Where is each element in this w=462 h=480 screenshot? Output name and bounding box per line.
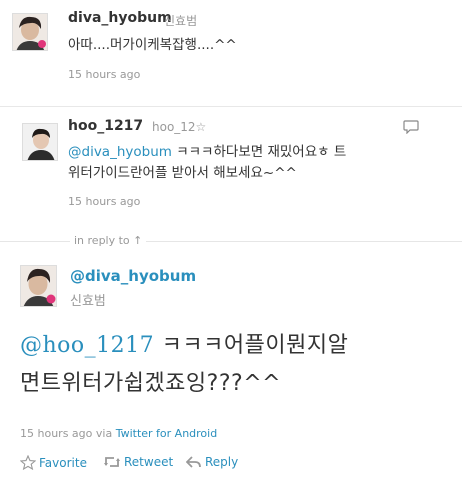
main-tweet-username[interactable]: @diva_hyobum	[70, 267, 196, 285]
reply-label: Reply	[205, 455, 239, 469]
main-tweet-timestamp[interactable]: 15 hours ago	[20, 427, 92, 440]
tweet2-timestamp[interactable]: 15 hours ago	[68, 195, 140, 208]
speech-bubble-icon[interactable]	[403, 119, 419, 138]
retweet-icon	[104, 457, 120, 467]
main-tweet-mention[interactable]: @hoo_1217	[20, 333, 154, 358]
reply-button[interactable]: Reply	[186, 455, 238, 469]
retweet-button[interactable]: Retweet	[103, 455, 173, 469]
person-portrait-icon	[23, 124, 57, 160]
tweet2-realname: hoo_12☆	[152, 120, 207, 134]
star-icon	[20, 455, 36, 470]
divider	[0, 106, 462, 107]
in-reply-to-link[interactable]: in reply to ↑	[70, 234, 147, 247]
tweet2-username[interactable]: hoo_1217	[68, 118, 143, 134]
tweet1-text: 아따....머가이케복잡행....^^	[68, 37, 237, 53]
via-source-link[interactable]: Twitter for Android	[116, 427, 218, 440]
retweet-label: Retweet	[124, 455, 174, 469]
main-tweet-text-line2: 면트위터가쉽겠죠잉???^^	[20, 371, 282, 396]
tweet1-timestamp[interactable]: 15 hours ago	[68, 68, 140, 81]
avatar[interactable]	[22, 123, 58, 161]
reply-arrow-icon	[186, 456, 201, 468]
tweet2-text-line1: ㅋㅋㅋ하다보면 재밌어요ㅎ 트	[171, 144, 347, 160]
tweet2-mention[interactable]: @diva_hyobum	[68, 144, 172, 160]
main-tweet-text: @hoo_1217 ㅋㅋㅋ어플이뭔지알 면트위터가쉽겠죠잉???^^	[20, 327, 348, 403]
tweet1-realname: 신효범	[164, 14, 198, 28]
tweet2-text-line2: 위터가이드란어플 받아서 해보세요~^^	[68, 165, 297, 181]
person-portrait-icon	[21, 266, 56, 306]
favorite-button[interactable]: Favorite	[20, 455, 87, 470]
person-portrait-icon	[13, 14, 47, 50]
tweet2-text: @diva_hyobum ㅋㅋㅋ하다보면 재밌어요ㅎ 트 위터가이드란어플 받아…	[68, 142, 346, 184]
avatar[interactable]	[12, 13, 48, 51]
main-tweet-realname: 신효범	[70, 294, 106, 309]
main-tweet-text-line1: ㅋㅋㅋ어플이뭔지알	[154, 333, 349, 358]
favorite-label: Favorite	[39, 455, 87, 470]
tweet1-username[interactable]: diva_hyobum	[68, 10, 172, 26]
via-label: via	[95, 427, 113, 440]
main-tweet-meta: 15 hours ago via Twitter for Android	[20, 427, 217, 440]
avatar[interactable]	[20, 265, 57, 307]
